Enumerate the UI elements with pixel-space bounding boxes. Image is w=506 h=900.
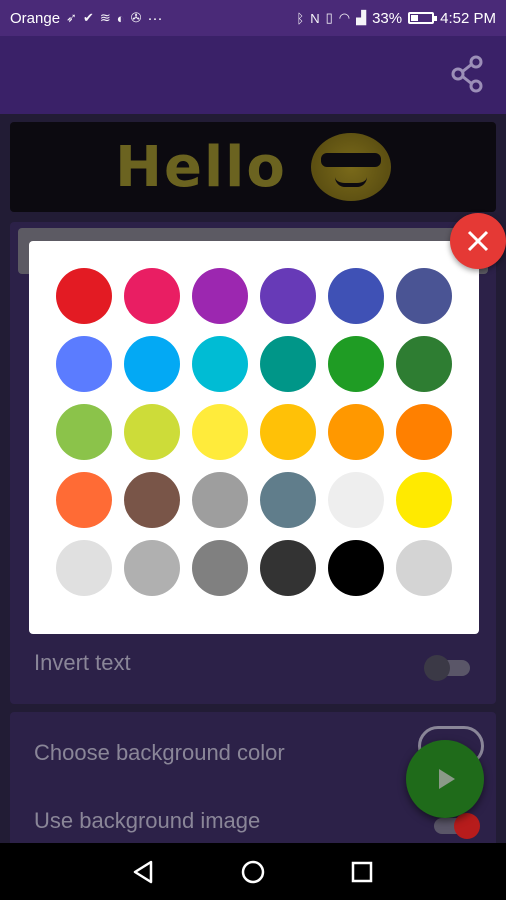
navigation-icon: ➶ <box>66 10 77 25</box>
battery-percent: 33% <box>372 9 403 27</box>
color-swatch[interactable] <box>260 404 316 460</box>
status-left: Orange ➶ ✔ ≋ ◐ ✇ ··· <box>10 10 163 27</box>
color-swatch[interactable] <box>56 540 112 596</box>
battery-icon <box>408 12 438 24</box>
invert-text-row[interactable]: Invert text <box>10 634 496 704</box>
color-swatch[interactable] <box>260 472 316 528</box>
color-swatch[interactable] <box>124 268 180 324</box>
status-right: ᛒ N ▯ ◠ ▟ 33% 4:52 PM <box>296 10 496 27</box>
color-swatch[interactable] <box>328 336 384 392</box>
color-swatch[interactable] <box>56 472 112 528</box>
clock: 4:52 PM <box>440 9 496 27</box>
recents-icon[interactable] <box>342 852 382 892</box>
share-icon[interactable] <box>448 54 488 94</box>
choose-bg-color-label: Choose background color <box>34 740 285 765</box>
back-icon[interactable] <box>124 852 164 892</box>
color-swatch[interactable] <box>56 404 112 460</box>
color-swatch[interactable] <box>192 472 248 528</box>
settings-icon: ✇ <box>130 10 142 25</box>
color-swatch-grid <box>56 268 452 596</box>
signal-icon: ▟ <box>356 10 367 25</box>
color-swatch[interactable] <box>260 336 316 392</box>
close-icon[interactable] <box>450 213 506 269</box>
color-swatch[interactable] <box>328 472 384 528</box>
color-swatch[interactable] <box>328 404 384 460</box>
color-swatch[interactable] <box>124 472 180 528</box>
led-preview: Hello <box>10 122 496 212</box>
color-swatch[interactable] <box>328 268 384 324</box>
sunglasses-emoji-icon <box>310 133 391 201</box>
play-button[interactable] <box>406 740 484 818</box>
nfc-icon: N <box>310 10 320 26</box>
color-swatch[interactable] <box>56 336 112 392</box>
color-picker-dialog <box>29 241 479 634</box>
status-bar: Orange ➶ ✔ ≋ ◐ ✇ ··· ᛒ N ▯ ◠ ▟ 33% 4:52 … <box>0 0 506 36</box>
check-icon: ✔ <box>82 10 94 25</box>
color-swatch[interactable] <box>192 336 248 392</box>
color-swatch[interactable] <box>192 404 248 460</box>
color-swatch[interactable] <box>328 540 384 596</box>
color-swatch[interactable] <box>396 336 452 392</box>
color-swatch[interactable] <box>396 472 452 528</box>
color-swatch[interactable] <box>192 540 248 596</box>
vibrate-icon: ▯ <box>325 10 333 25</box>
color-swatch[interactable] <box>124 404 180 460</box>
wifi-icon: ◠ <box>338 10 351 25</box>
cast-icon: ≋ <box>99 10 111 25</box>
invert-text-label: Invert text <box>34 650 131 675</box>
vpn-icon: ◐ <box>116 10 125 26</box>
color-swatch[interactable] <box>396 404 452 460</box>
color-swatch[interactable] <box>396 540 452 596</box>
color-swatch[interactable] <box>396 268 452 324</box>
led-preview-text: Hello <box>115 134 287 200</box>
use-bg-image-toggle[interactable] <box>434 813 480 839</box>
color-swatch[interactable] <box>124 540 180 596</box>
color-swatch[interactable] <box>124 336 180 392</box>
home-icon[interactable] <box>233 852 273 892</box>
invert-text-toggle[interactable] <box>424 655 470 681</box>
color-swatch[interactable] <box>192 268 248 324</box>
color-swatch[interactable] <box>56 268 112 324</box>
more-notifications: ··· <box>147 9 163 27</box>
color-swatch[interactable] <box>260 268 316 324</box>
app-bar <box>0 36 506 114</box>
bluetooth-icon: ᛒ <box>296 10 305 26</box>
use-bg-image-label: Use background image <box>34 808 261 833</box>
play-icon <box>439 769 455 789</box>
color-swatch[interactable] <box>260 540 316 596</box>
navigation-bar <box>0 843 506 900</box>
carrier-name: Orange <box>10 9 61 27</box>
